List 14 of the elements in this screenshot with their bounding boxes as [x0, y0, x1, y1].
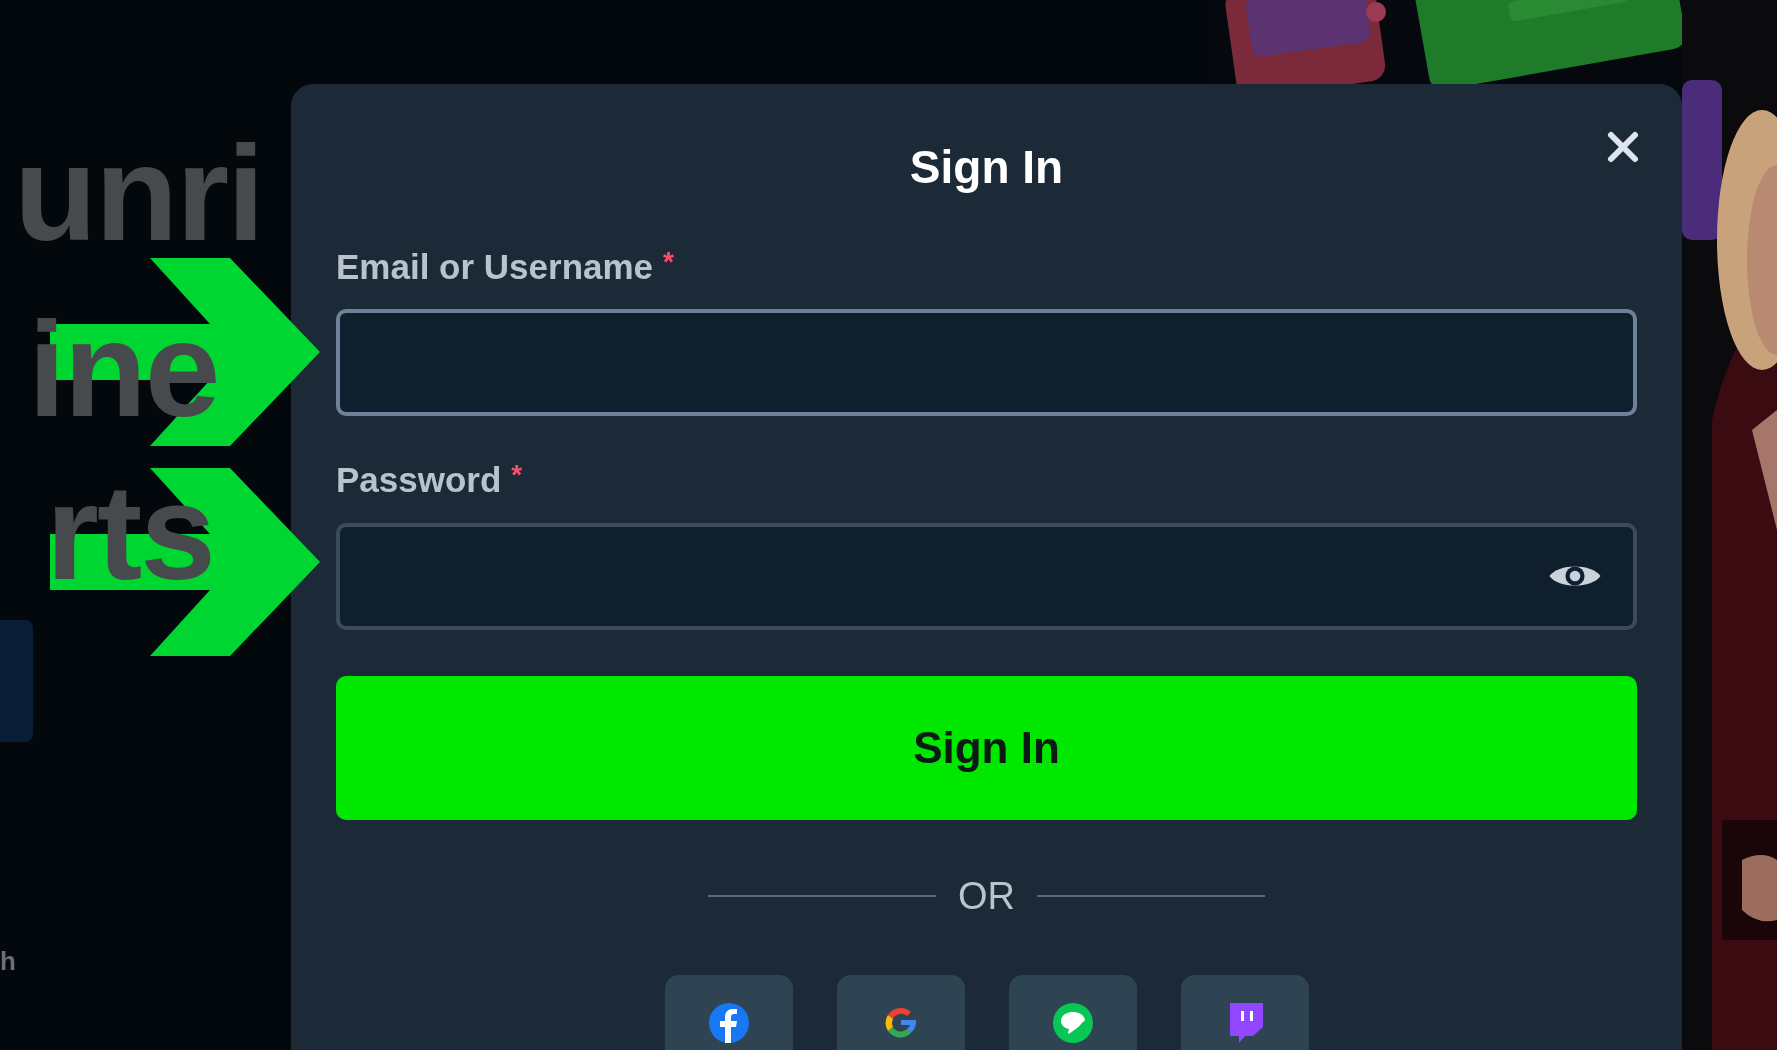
- required-mark: *: [511, 458, 523, 493]
- field-label: Password: [336, 459, 502, 502]
- footer-text: h: [0, 945, 17, 978]
- sign-in-button[interactable]: Sign In: [336, 675, 1637, 820]
- facebook-icon: [708, 1002, 749, 1043]
- close-button[interactable]: [1606, 130, 1640, 164]
- input-field[interactable]: [336, 309, 1637, 417]
- chat-bubble-icon: [1052, 1002, 1093, 1043]
- required-mark: *: [663, 244, 674, 279]
- headline-text: unri: [14, 116, 263, 271]
- dialog-title: Sign In: [909, 142, 1064, 193]
- divider-text: OR: [958, 873, 1015, 919]
- field-label: Email or Username: [336, 245, 654, 288]
- input-field[interactable]: [336, 522, 1637, 630]
